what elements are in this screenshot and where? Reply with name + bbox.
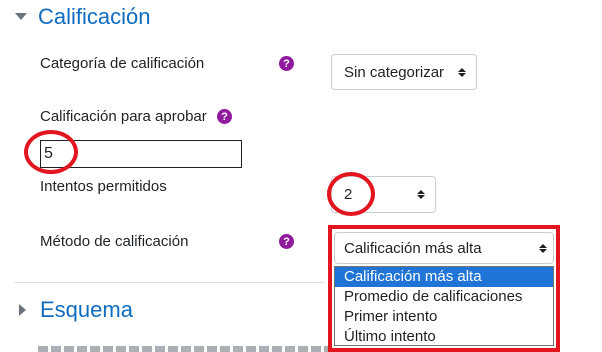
question-circle-icon[interactable]: ? bbox=[279, 234, 294, 249]
chevron-down-icon bbox=[15, 13, 27, 20]
categoria-select[interactable]: Sin categorizar bbox=[331, 54, 477, 90]
highlight-circle-intentos bbox=[327, 172, 375, 216]
section-title: Esquema bbox=[40, 297, 133, 322]
categoria-select-value: Sin categorizar bbox=[344, 63, 445, 81]
intentos-label: Intentos permitidos bbox=[40, 178, 167, 195]
chevron-right-icon bbox=[19, 304, 26, 316]
select-updown-icon bbox=[417, 190, 425, 199]
section-header-calificacion[interactable]: Calificación bbox=[14, 4, 151, 30]
question-circle-icon[interactable]: ? bbox=[217, 109, 232, 124]
aprobar-label: Calificación para aprobar bbox=[40, 108, 207, 125]
section-divider bbox=[14, 282, 324, 283]
metodo-label: Método de calificación bbox=[40, 233, 189, 250]
next-section-cutoff bbox=[38, 344, 328, 352]
select-updown-icon bbox=[458, 67, 466, 77]
question-circle-icon[interactable]: ? bbox=[279, 56, 294, 71]
categoria-label: Categoría de calificación bbox=[40, 55, 205, 72]
section-title: Calificación bbox=[38, 4, 151, 29]
highlight-rect-metodo bbox=[328, 225, 560, 352]
section-header-esquema[interactable]: Esquema bbox=[18, 297, 133, 323]
highlight-circle-aprobar bbox=[24, 130, 78, 174]
